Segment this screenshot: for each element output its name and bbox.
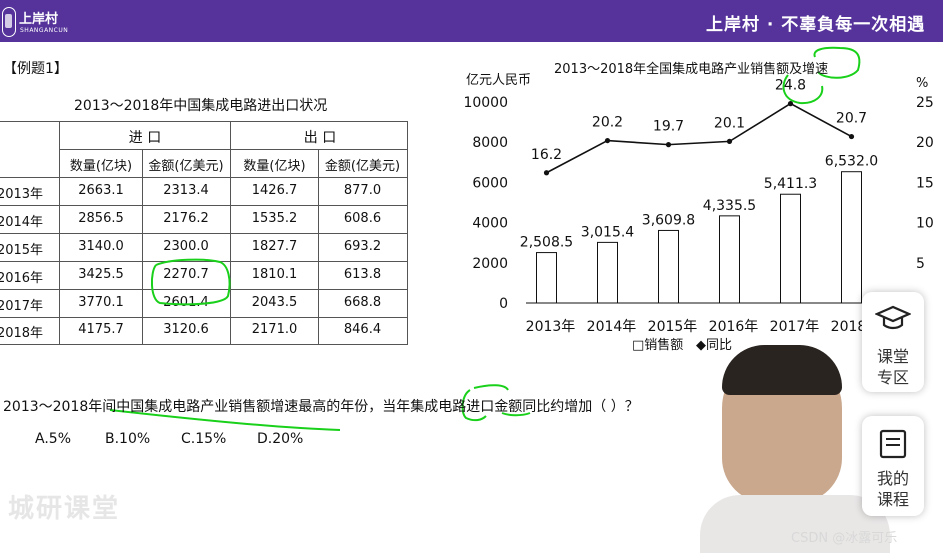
bar [719,215,740,304]
growth-point [787,101,794,107]
bar-value-label: 3,609.8 [642,212,695,228]
bar [536,252,557,304]
growth-point [604,137,611,144]
x-tick-label: 2013年 [526,319,576,335]
bar [658,229,679,304]
growth-value-label: 24.8 [775,78,806,94]
x-tick-label: 2017年 [770,319,820,335]
x-tick-label: 2014年 [587,319,637,335]
growth-value-label: 16.2 [531,147,562,163]
growth-point [726,138,733,144]
left-tick-label: 0 [499,296,508,312]
course-zone-label-2: 专区 [876,368,909,387]
growth-point [543,170,550,176]
bar [841,171,862,304]
graduation-cap-icon [875,305,911,330]
growth-point [665,142,672,148]
left-axis-label: 亿元人民币 [466,73,531,88]
course-zone-button[interactable]: 课堂 专区 [862,292,924,392]
bar-value-label: 6,532.0 [825,154,878,170]
bar [597,241,618,304]
legend-sales: □销售额 [632,337,683,353]
bar-value-label: 2,508.5 [520,235,573,251]
right-tick-label: 10 [916,216,934,232]
my-course-label-1: 我的 [876,469,909,488]
bar-value-label: 3,015.4 [581,224,635,240]
x-tick-label: 2015年 [648,319,698,335]
book-icon [879,429,907,459]
right-axis-label: % [916,76,928,91]
faint-brand: 城研课堂 [8,494,121,524]
my-course-label-2: 课程 [876,490,909,509]
right-tick-label: 20 [916,135,934,151]
question-text: 2013～2018年间中国集成电路产业销售额增速最高的年份，当年集成电路进口金额… [3,399,639,415]
right-tick-label: 15 [916,175,934,191]
chart-title: 2013～2018年全国集成电路产业销售额及增速 [554,61,828,77]
option-d[interactable]: D.20% [257,431,303,447]
growth-value-label: 20.2 [592,115,623,131]
bar [780,193,801,304]
course-zone-label-1: 课堂 [876,347,909,366]
watermark: CSDN @冰露可乐 [791,531,898,546]
x-tick-label: 2016年 [709,319,759,335]
growth-value-label: 20.7 [836,111,867,127]
option-a[interactable]: A.5% [35,431,71,447]
right-tick-label: 25 [916,95,934,111]
left-tick-label: 8000 [472,135,508,151]
my-course-button[interactable]: 我的 课程 [862,416,924,516]
option-c[interactable]: C.15% [181,431,226,447]
left-tick-label: 4000 [472,216,508,232]
growth-point [848,133,855,140]
left-tick-label: 2000 [472,256,508,272]
left-tick-label: 10000 [463,95,508,111]
right-tick-label: 5 [916,256,925,272]
growth-value-label: 19.7 [653,119,684,135]
left-tick-label: 6000 [472,175,508,191]
option-b[interactable]: B.10% [105,431,150,447]
growth-value-label: 20.1 [714,115,745,131]
bar-value-label: 4,335.5 [703,198,756,214]
bar-value-label: 5,411.3 [764,176,817,192]
